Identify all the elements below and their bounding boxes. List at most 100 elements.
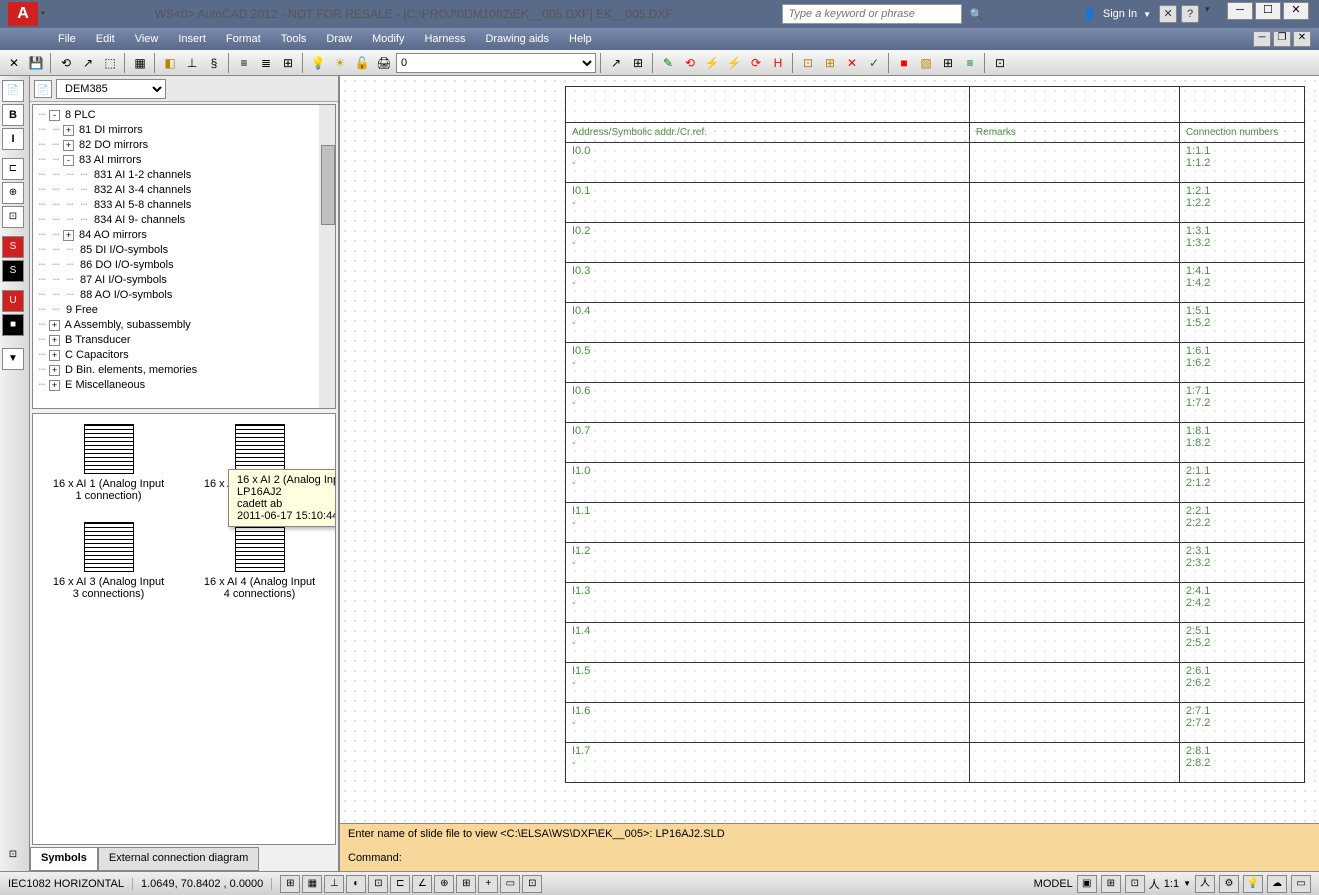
status-btn[interactable]: 💡 xyxy=(1243,875,1263,893)
status-btn[interactable]: ⊡ xyxy=(522,875,542,893)
sun-icon[interactable]: ☀ xyxy=(330,53,350,73)
menu-help[interactable]: Help xyxy=(559,31,602,47)
close-button[interactable]: ✕ xyxy=(1283,2,1309,20)
menu-format[interactable]: Format xyxy=(216,31,271,47)
tool-icon[interactable]: ⟲ xyxy=(56,53,76,73)
help-chevron-icon[interactable]: ▼ xyxy=(1203,5,1211,23)
child-minimize-button[interactable]: ─ xyxy=(1253,31,1271,47)
tab-external-connection[interactable]: External connection diagram xyxy=(98,847,259,871)
preview-item[interactable]: 16 x AI 4 (Analog Input4 connections) xyxy=(194,522,325,600)
status-btn[interactable]: ⚙ xyxy=(1219,875,1239,893)
tool-icon[interactable]: ≣ xyxy=(256,53,276,73)
expand-icon[interactable]: + xyxy=(49,320,60,331)
status-btn[interactable]: ∠ xyxy=(412,875,432,893)
expand-icon[interactable]: - xyxy=(49,110,60,121)
tree-item[interactable]: ┈┈┈┈ 831 AI 1-2 channels xyxy=(35,167,333,182)
tree-item[interactable]: ┈┈┈┈ 833 AI 5-8 channels xyxy=(35,197,333,212)
tool-icon[interactable]: ◧ xyxy=(160,53,180,73)
preview-item[interactable]: 16 x AI 1 (Analog Input1 connection) xyxy=(43,424,174,502)
red-u-icon[interactable]: U xyxy=(2,290,24,312)
status-btn[interactable]: ☁ xyxy=(1267,875,1287,893)
tool-icon[interactable]: ⊞ xyxy=(938,53,958,73)
close-x-icon[interactable]: ✕ xyxy=(4,53,24,73)
expand-icon[interactable]: + xyxy=(63,125,74,136)
expand-icon[interactable]: + xyxy=(49,380,60,391)
help-icon[interactable]: ? xyxy=(1181,5,1199,23)
tool-icon[interactable]: ≡ xyxy=(234,53,254,73)
maximize-button[interactable]: ☐ xyxy=(1255,2,1281,20)
expand-icon[interactable]: + xyxy=(49,365,60,376)
tab-symbols[interactable]: Symbols xyxy=(30,847,98,871)
tree-scrollbar[interactable] xyxy=(319,105,335,408)
wizard-icon[interactable]: ▼ xyxy=(2,348,24,370)
tool-icon[interactable]: ■ xyxy=(894,53,914,73)
save-icon[interactable]: 💾 xyxy=(26,53,46,73)
tool-icon[interactable]: ✕ xyxy=(842,53,862,73)
tool-icon[interactable]: ⊞ xyxy=(278,53,298,73)
status-btn[interactable]: ◐ xyxy=(346,875,366,893)
menu-file[interactable]: File xyxy=(48,31,86,47)
tool-icon[interactable]: ✎ xyxy=(658,53,678,73)
menu-drawing-aids[interactable]: Drawing aids xyxy=(475,31,559,47)
exchange-icon[interactable]: ✕ xyxy=(1159,5,1177,23)
symbol-tree[interactable]: ┈- 8 PLC┈┈+ 81 DI mirrors┈┈+ 82 DO mirro… xyxy=(32,104,336,409)
tree-item[interactable]: ┈+ E Miscellaneous xyxy=(35,377,333,392)
tool-icon[interactable]: ⊏ xyxy=(2,158,24,180)
status-btn[interactable]: ▣ xyxy=(1077,875,1097,893)
status-btn[interactable]: ▭ xyxy=(1291,875,1311,893)
tool-icon[interactable]: ⬚ xyxy=(100,53,120,73)
tree-item[interactable]: ┈- 8 PLC xyxy=(35,107,333,122)
expand-icon[interactable]: + xyxy=(63,230,74,241)
menu-draw[interactable]: Draw xyxy=(316,31,362,47)
tool-icon[interactable]: ⟲ xyxy=(680,53,700,73)
tree-item[interactable]: ┈┈┈ 87 AI I/O-symbols xyxy=(35,272,333,287)
tool-icon[interactable]: § xyxy=(204,53,224,73)
menu-insert[interactable]: Insert xyxy=(168,31,216,47)
tool-icon[interactable]: ⟳ xyxy=(746,53,766,73)
tool-icon[interactable]: ▧ xyxy=(916,53,936,73)
tree-item[interactable]: ┈┈+ 82 DO mirrors xyxy=(35,137,333,152)
app-logo[interactable]: A xyxy=(8,2,38,26)
tool-icon[interactable]: ⊡ xyxy=(990,53,1010,73)
child-restore-button[interactable]: ❐ xyxy=(1273,31,1291,47)
status-btn[interactable]: ⊥ xyxy=(324,875,344,893)
search-input[interactable] xyxy=(782,4,962,24)
tree-item[interactable]: ┈┈┈ 86 DO I/O-symbols xyxy=(35,257,333,272)
expand-icon[interactable]: + xyxy=(49,335,60,346)
tree-item[interactable]: ┈+ B Transducer xyxy=(35,332,333,347)
layer-dropdown[interactable]: 0 xyxy=(396,53,596,73)
status-btn[interactable]: ▭ xyxy=(500,875,520,893)
tree-item[interactable]: ┈+ C Capacitors xyxy=(35,347,333,362)
tool-icon[interactable]: ⊡ xyxy=(2,845,24,867)
tool-icon[interactable]: ≡ xyxy=(960,53,980,73)
tool-icon[interactable]: ✓ xyxy=(864,53,884,73)
tool-icon[interactable]: H xyxy=(768,53,788,73)
status-btn[interactable]: ⊏ xyxy=(390,875,410,893)
status-btn[interactable]: 人 xyxy=(1195,875,1215,893)
doc-icon[interactable]: 📄 xyxy=(2,80,24,102)
tool-icon[interactable]: ⊥ xyxy=(182,53,202,73)
tree-item[interactable]: ┈┈ 9 Free xyxy=(35,302,333,317)
tool-icon[interactable]: ⊞ xyxy=(628,53,648,73)
page-icon[interactable]: 📄 xyxy=(34,80,52,98)
tool-icon[interactable]: ⊡ xyxy=(2,206,24,228)
tree-item[interactable]: ┈┈┈┈ 832 AI 3-4 channels xyxy=(35,182,333,197)
lock-icon[interactable]: 🔓 xyxy=(352,53,372,73)
black-square-icon[interactable]: ■ xyxy=(2,314,24,336)
signin-link[interactable]: Sign In xyxy=(1103,8,1137,20)
tool-icon[interactable]: ⚡ xyxy=(724,53,744,73)
tool-icon[interactable]: ▦ xyxy=(130,53,150,73)
bulb-icon[interactable]: 💡 xyxy=(308,53,328,73)
tree-item[interactable]: ┈┈- 83 AI mirrors xyxy=(35,152,333,167)
status-btn[interactable]: ⊕ xyxy=(434,875,454,893)
red-s-icon[interactable]: S xyxy=(2,236,24,258)
tool-icon[interactable]: ↗ xyxy=(78,53,98,73)
tree-item[interactable]: ┈┈+ 84 AO mirrors xyxy=(35,227,333,242)
symbol-library-dropdown[interactable]: DEM385 xyxy=(56,79,166,99)
tree-item[interactable]: ┈┈┈ 88 AO I/O-symbols xyxy=(35,287,333,302)
preview-item[interactable]: 16 x AI 3 (Analog Input3 connections) xyxy=(43,522,174,600)
bold-icon[interactable]: B xyxy=(2,104,24,126)
status-btn[interactable]: ⊞ xyxy=(280,875,300,893)
menu-tools[interactable]: Tools xyxy=(271,31,317,47)
status-btn[interactable]: ⊡ xyxy=(1125,875,1145,893)
